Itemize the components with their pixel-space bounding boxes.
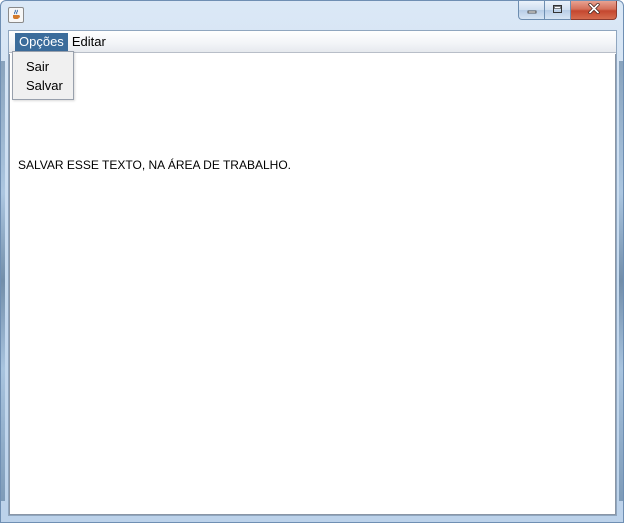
content-text: SALVAR ESSE TEXTO, NA ÁREA DE TRABALHO. <box>18 158 291 172</box>
opcoes-dropdown-menu: Sair Salvar <box>12 51 74 100</box>
text-area[interactable]: SALVAR ESSE TEXTO, NA ÁREA DE TRABALHO. <box>9 54 616 515</box>
client-area: Opções Editar SALVAR ESSE TEXTO, NA ÁREA… <box>8 30 617 516</box>
close-button[interactable] <box>571 1 617 20</box>
minimize-button[interactable] <box>518 1 545 20</box>
menu-bar: Opções Editar <box>9 31 616 53</box>
caption-buttons <box>518 1 617 20</box>
maximize-button[interactable] <box>545 1 571 20</box>
menu-item-salvar[interactable]: Salvar <box>13 76 73 95</box>
maximize-icon <box>552 1 563 19</box>
menu-editar[interactable]: Editar <box>68 33 110 51</box>
application-window: Opções Editar SALVAR ESSE TEXTO, NA ÁREA… <box>0 0 624 523</box>
menu-item-sair[interactable]: Sair <box>13 57 73 76</box>
close-icon <box>587 1 600 19</box>
title-bar[interactable] <box>1 1 623 29</box>
menu-opcoes[interactable]: Opções <box>15 32 68 51</box>
minimize-icon <box>527 1 537 19</box>
java-cup-icon[interactable] <box>8 7 24 23</box>
